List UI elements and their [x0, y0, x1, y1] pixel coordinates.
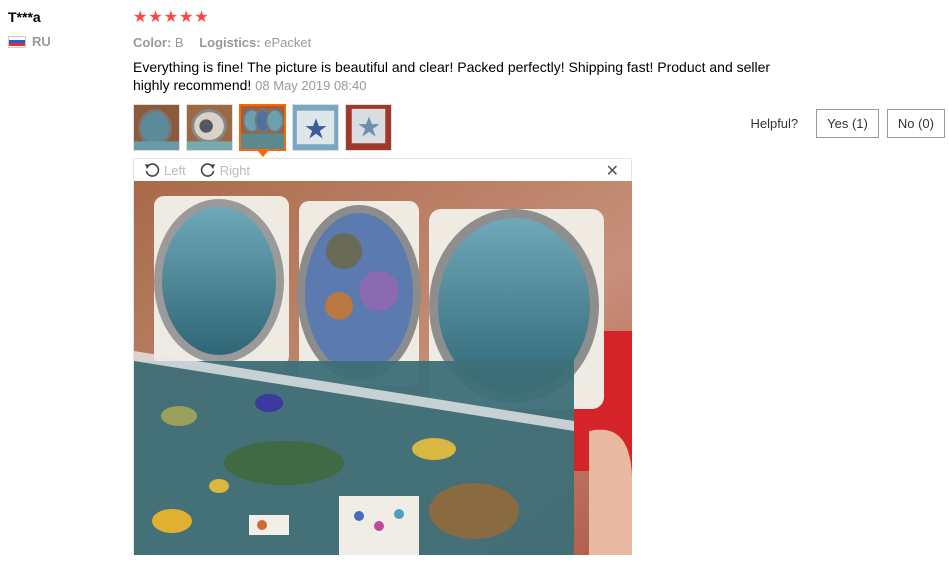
rotate-left-icon: [145, 163, 160, 177]
logistics-value: ePacket: [264, 35, 312, 50]
review-date: 08 May 2019 08:40: [255, 78, 367, 93]
logistics-label: Logistics:: [199, 35, 261, 50]
thumbnail-image-1: [134, 105, 179, 150]
thumbnail-4[interactable]: [292, 104, 339, 151]
russia-flag-icon: [8, 35, 26, 48]
color-value: B: [174, 35, 184, 50]
helpful-vote: Helpful? Yes (1) No (0): [750, 109, 945, 138]
country-code: RU: [32, 34, 51, 49]
thumbnail-2[interactable]: [186, 104, 233, 151]
active-thumbnail-pointer: [257, 150, 269, 157]
color-label: Color:: [133, 35, 172, 50]
thumbnail-1[interactable]: [133, 104, 180, 151]
review-photo-image: [134, 181, 632, 555]
review-attributes: Color: B Logistics: ePacket: [133, 35, 833, 50]
reviewer-country: RU: [8, 34, 51, 49]
review-text: Everything is fine! The picture is beaut…: [133, 59, 771, 93]
viewer-toolbar: Left Right ✕: [134, 159, 631, 181]
rotate-left-label: Left: [164, 162, 186, 178]
reviewer-info: T***a RU: [8, 9, 51, 49]
helpful-yes-button[interactable]: Yes (1): [816, 109, 879, 138]
review-text-block: Everything is fine! The picture is beaut…: [133, 58, 803, 95]
close-icon[interactable]: ✕: [606, 161, 619, 181]
star-rating: ★★★★★: [133, 9, 210, 26]
review-photo: [134, 181, 632, 555]
photo-thumbnails: [133, 104, 392, 151]
rotate-right-label: Right: [219, 162, 251, 178]
rotate-left-button[interactable]: Left: [144, 162, 186, 178]
thumbnail-image-3: [241, 106, 284, 149]
thumbnail-image-2: [187, 105, 232, 150]
thumbnail-3[interactable]: [239, 104, 286, 151]
rotate-right-button[interactable]: Right: [200, 162, 250, 178]
photo-viewer: Left Right ✕: [133, 158, 632, 555]
review-body: ★★★★★ Color: B Logistics: ePacket Everyt…: [133, 9, 833, 95]
reviewer-name: T***a: [8, 9, 41, 25]
thumbnail-image-4: [293, 105, 338, 150]
thumbnail-5[interactable]: [345, 104, 392, 151]
rotate-right-icon: [200, 163, 215, 177]
helpful-no-button[interactable]: No (0): [886, 109, 945, 138]
helpful-label: Helpful?: [750, 116, 799, 131]
thumbnail-image-5: [346, 105, 391, 150]
